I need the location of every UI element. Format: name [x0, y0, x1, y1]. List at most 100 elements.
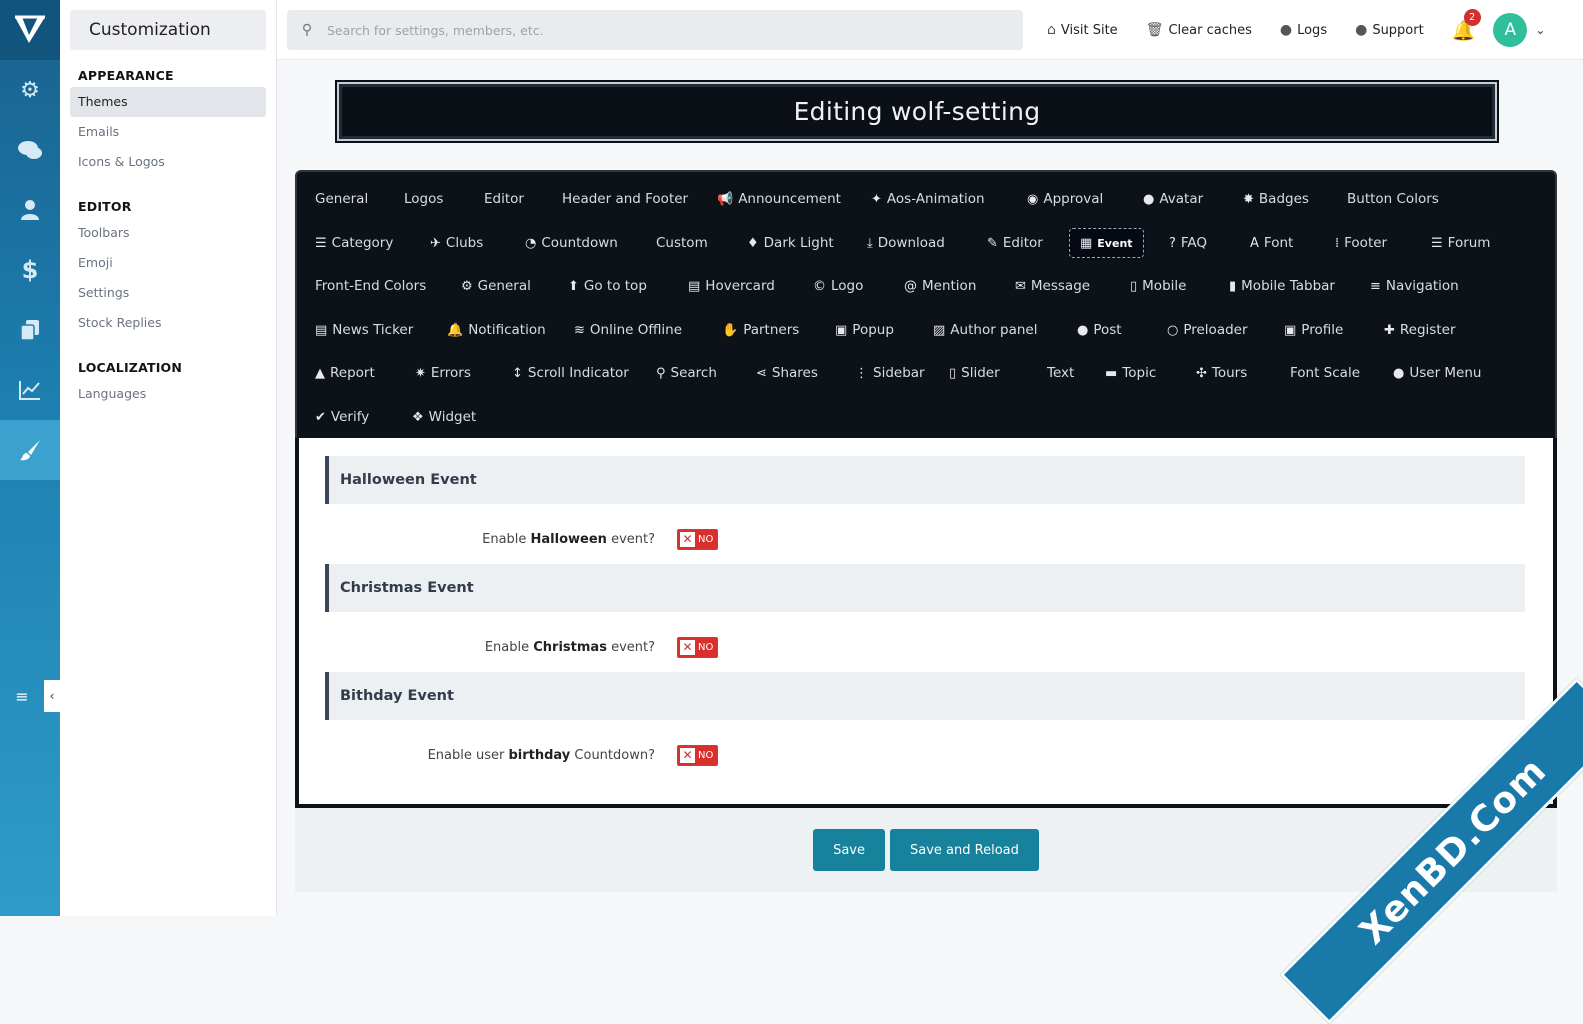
- tab-slider[interactable]: ▯Slider: [949, 358, 1000, 388]
- tab-countdown[interactable]: ◔Countdown: [525, 228, 618, 258]
- tab-shares[interactable]: ⋖Shares: [756, 358, 818, 388]
- tab-preloader[interactable]: ○Preloader: [1167, 315, 1248, 345]
- chat-icon[interactable]: [0, 120, 60, 180]
- notification-icon: 🔔: [447, 323, 463, 338]
- tab-aos-animation[interactable]: ✦Aos-Animation: [871, 184, 985, 214]
- birthday-toggle[interactable]: ✕NO: [677, 745, 718, 766]
- tab-label: General: [315, 191, 368, 207]
- save-reload-button[interactable]: Save and Reload: [890, 829, 1039, 871]
- tab-mobile-tabbar[interactable]: ▮Mobile Tabbar: [1229, 271, 1335, 301]
- sidebar-item-toolbars[interactable]: Toolbars: [70, 218, 266, 248]
- tab-editor[interactable]: Editor: [484, 184, 524, 214]
- tab-label: Sidebar: [873, 365, 925, 381]
- sidebar-item-themes[interactable]: Themes: [70, 87, 266, 117]
- tab-message[interactable]: ✉Message: [1015, 271, 1090, 301]
- clear-caches-link[interactable]: 🗑Clear caches: [1146, 22, 1252, 38]
- sidebar-item-languages[interactable]: Languages: [70, 379, 266, 409]
- visit-site-link[interactable]: ⌂Visit Site: [1047, 22, 1118, 38]
- tab-widget[interactable]: ❖Widget: [412, 402, 476, 432]
- copy-icon[interactable]: [0, 300, 60, 360]
- tab-errors[interactable]: ✷Errors: [415, 358, 471, 388]
- tab-logos[interactable]: Logos: [404, 184, 443, 214]
- tab-report[interactable]: ▲Report: [315, 358, 375, 388]
- tab-footer[interactable]: ⁞Footer: [1335, 228, 1387, 258]
- tab-general[interactable]: ⚙General: [461, 271, 531, 301]
- tab-register[interactable]: ✚Register: [1384, 315, 1456, 345]
- tab-scroll-indicator[interactable]: ↕Scroll Indicator: [512, 358, 629, 388]
- tab-dark-light[interactable]: ♦Dark Light: [747, 228, 834, 258]
- tab-news-ticker[interactable]: ▤News Ticker: [315, 315, 413, 345]
- sidebar-item-icons-logos[interactable]: Icons & Logos: [70, 147, 266, 177]
- mobile-icon: ▯: [1130, 279, 1137, 294]
- tab-post[interactable]: ●Post: [1077, 315, 1122, 345]
- tab-mention[interactable]: @Mention: [904, 271, 976, 301]
- search-icon: ⚲: [287, 22, 327, 38]
- chevron-down-icon[interactable]: ⌄: [1535, 23, 1545, 37]
- tab-announcement[interactable]: 📢Announcement: [717, 184, 841, 214]
- tab-header-and-footer[interactable]: Header and Footer: [562, 184, 688, 214]
- tab-author-panel[interactable]: ▨Author panel: [933, 315, 1038, 345]
- tab-hovercard[interactable]: ▤Hovercard: [688, 271, 775, 301]
- info-icon: ●: [1280, 22, 1292, 38]
- chart-icon[interactable]: [0, 360, 60, 420]
- tab-category[interactable]: ☰Category: [315, 228, 393, 258]
- user-icon[interactable]: [0, 180, 60, 240]
- bell-icon[interactable]: 🔔2: [1452, 19, 1476, 42]
- christmas-toggle[interactable]: ✕NO: [677, 637, 718, 658]
- tab-editor[interactable]: ✎Editor: [987, 228, 1043, 258]
- tab-navigation[interactable]: ≡Navigation: [1370, 271, 1459, 301]
- tab-sidebar[interactable]: ⋮Sidebar: [855, 358, 925, 388]
- sidebar-item-emails[interactable]: Emails: [70, 117, 266, 147]
- tab-mobile[interactable]: ▯Mobile: [1130, 271, 1186, 301]
- tab-download[interactable]: ⤓Download: [867, 228, 945, 258]
- tab-topic[interactable]: ▬Topic: [1105, 358, 1156, 388]
- sidebar-toggle[interactable]: ≡ ‹: [0, 680, 60, 712]
- sidebar-item-stock-replies[interactable]: Stock Replies: [70, 308, 266, 338]
- sidebar-item-settings[interactable]: Settings: [70, 278, 266, 308]
- tab-badges[interactable]: ✸Badges: [1243, 184, 1309, 214]
- logs-link[interactable]: ●Logs: [1280, 22, 1327, 38]
- sidebar-item-emoji[interactable]: Emoji: [70, 248, 266, 278]
- tab-font[interactable]: AFont: [1250, 228, 1293, 258]
- tab-button-colors[interactable]: Button Colors: [1347, 184, 1439, 214]
- halloween-toggle[interactable]: ✕NO: [677, 529, 718, 550]
- tab-search[interactable]: ⚲Search: [656, 358, 717, 388]
- tab-custom[interactable]: Custom: [656, 228, 708, 258]
- tab-label: Text: [1047, 365, 1074, 381]
- clubs-icon: ✈: [430, 236, 441, 251]
- tab-clubs[interactable]: ✈Clubs: [430, 228, 483, 258]
- support-link[interactable]: ●Support: [1355, 22, 1424, 38]
- tab-notification[interactable]: 🔔Notification: [447, 315, 546, 345]
- save-button[interactable]: Save: [813, 829, 885, 871]
- tab-tours[interactable]: ✣Tours: [1196, 358, 1247, 388]
- tab-verify[interactable]: ✔Verify: [315, 402, 369, 432]
- tab-user-menu[interactable]: ●User Menu: [1393, 358, 1481, 388]
- tab-partners[interactable]: ✋Partners: [722, 315, 799, 345]
- gear-icon[interactable]: ⚙: [0, 60, 60, 120]
- tab-event[interactable]: ▦Event: [1069, 228, 1144, 258]
- avatar[interactable]: A: [1493, 13, 1527, 47]
- logo-icon[interactable]: [0, 0, 60, 60]
- tab-profile[interactable]: ▣Profile: [1284, 315, 1343, 345]
- chevron-left-icon[interactable]: ‹: [44, 680, 60, 712]
- menu-icon[interactable]: ≡: [0, 687, 44, 706]
- tab-logo[interactable]: ©Logo: [813, 271, 863, 301]
- tab-approval[interactable]: ◉Approval: [1027, 184, 1103, 214]
- tab-forum[interactable]: ☰Forum: [1431, 228, 1490, 258]
- tab-go-to-top[interactable]: ⬆Go to top: [568, 271, 647, 301]
- tab-general[interactable]: General: [315, 184, 368, 214]
- tab-faq[interactable]: ?FAQ: [1169, 228, 1207, 258]
- tab-front-end-colors[interactable]: Front-End Colors: [315, 271, 426, 301]
- search-input[interactable]: [327, 23, 1007, 38]
- brush-icon[interactable]: [0, 420, 60, 480]
- dollar-icon[interactable]: $: [0, 240, 60, 300]
- tab-avatar[interactable]: ●Avatar: [1143, 184, 1203, 214]
- settings-tabs: General Logos Editor Header and Footer 📢Anno…: [295, 170, 1557, 440]
- tab-popup[interactable]: ▣Popup: [835, 315, 894, 345]
- tab-online-offline[interactable]: ≋Online Offline: [574, 315, 682, 345]
- tab-text[interactable]: Text: [1047, 358, 1074, 388]
- widget-icon: ❖: [412, 410, 424, 425]
- section-localization: LOCALIZATION: [60, 354, 276, 379]
- tab-font-scale[interactable]: Font Scale: [1290, 358, 1360, 388]
- general-icon: ⚙: [461, 279, 473, 294]
